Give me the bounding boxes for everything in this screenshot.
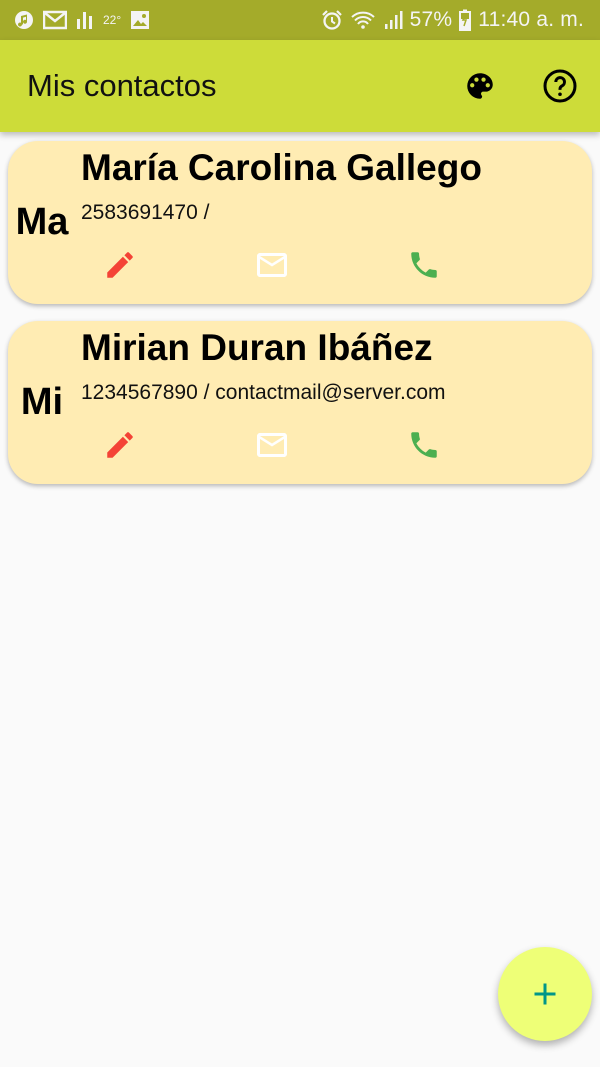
contact-phone-email: 1234567890 / contactmail@server.com xyxy=(81,381,446,404)
battery-charging-icon xyxy=(459,9,472,31)
mail-icon xyxy=(257,433,287,457)
app-bar: Mis contactos xyxy=(0,40,600,132)
add-contact-button[interactable] xyxy=(498,947,592,1041)
edit-button[interactable] xyxy=(100,245,140,285)
music-note-icon xyxy=(14,10,34,30)
help-icon xyxy=(543,69,577,103)
theme-button[interactable] xyxy=(460,66,500,106)
signal-icon xyxy=(383,10,403,30)
wifi-icon xyxy=(350,10,376,30)
edit-icon xyxy=(107,252,133,278)
edit-icon xyxy=(107,432,133,458)
battery-percent: 57% xyxy=(409,8,453,31)
contact-list: Ma María Carolina Gallego 2583691470 / M… xyxy=(8,141,592,501)
call-button[interactable] xyxy=(404,425,444,465)
add-icon xyxy=(534,983,556,1005)
contact-card[interactable]: Mi Mirian Duran Ibáñez 1234567890 / cont… xyxy=(8,321,592,484)
palette-icon xyxy=(467,73,493,99)
help-button[interactable] xyxy=(540,66,580,106)
mail-icon xyxy=(257,253,287,277)
call-button[interactable] xyxy=(404,245,444,285)
edit-button[interactable] xyxy=(100,425,140,465)
bar-chart-icon xyxy=(76,10,94,30)
image-icon xyxy=(130,10,150,30)
alarm-icon xyxy=(321,9,343,31)
mail-button[interactable] xyxy=(252,425,292,465)
contact-initials: Ma xyxy=(15,201,69,243)
contact-card[interactable]: Ma María Carolina Gallego 2583691470 / xyxy=(8,141,592,304)
page-title: Mis contactos xyxy=(27,68,217,103)
contact-name: Mirian Duran Ibáñez xyxy=(81,327,433,368)
phone-icon xyxy=(411,432,437,458)
status-bar-notifications: 22° xyxy=(14,0,150,40)
mail-button[interactable] xyxy=(252,245,292,285)
status-bar-system: 57% 11:40 a. m. xyxy=(321,0,584,40)
status-bar: 22° 57% 11:40 a. m. xyxy=(0,0,600,40)
contact-name: María Carolina Gallego xyxy=(81,147,482,188)
phone-icon xyxy=(411,252,437,278)
contact-phone-email: 2583691470 / xyxy=(81,201,210,224)
contact-initials: Mi xyxy=(20,381,64,423)
temperature-text: 22° xyxy=(103,13,122,27)
gmail-icon xyxy=(43,10,67,30)
clock: 11:40 a. m. xyxy=(478,8,584,31)
